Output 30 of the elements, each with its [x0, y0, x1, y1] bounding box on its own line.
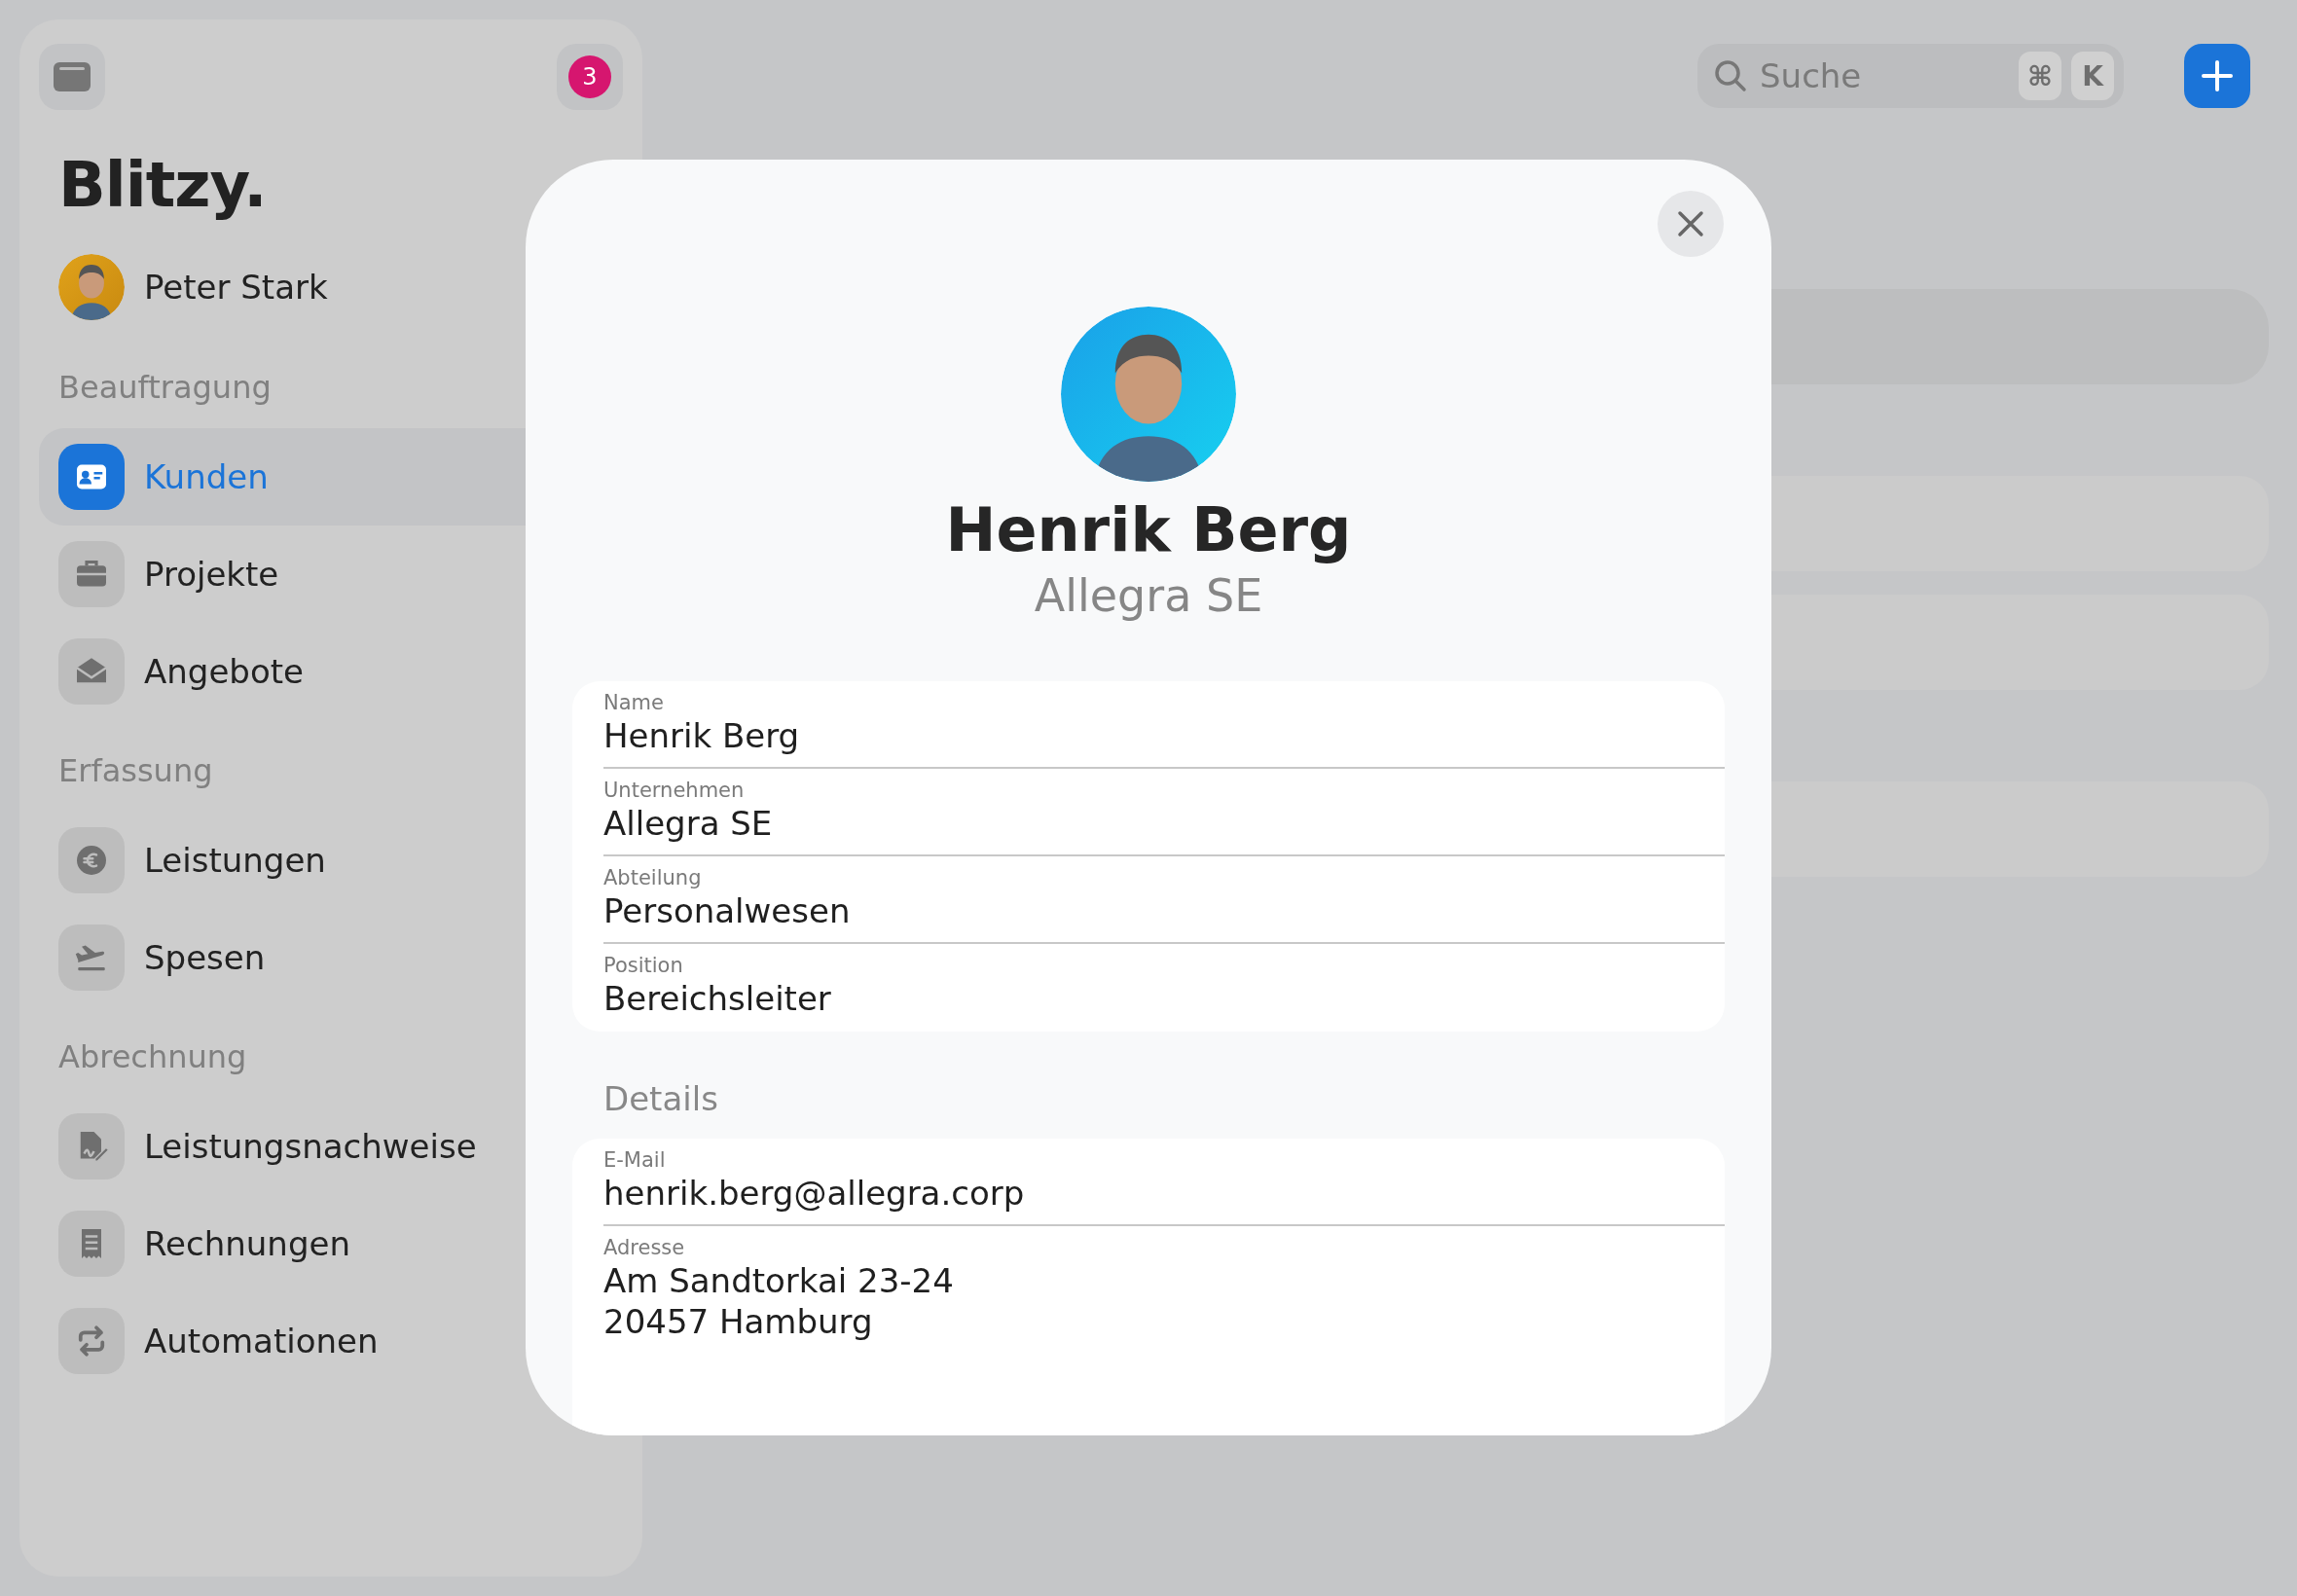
user-name: Peter Stark [144, 268, 328, 307]
plus-icon [2201, 59, 2234, 92]
field-value: Allegra SE [603, 803, 774, 844]
field-value: henrik.berg@allegra.corp [603, 1173, 1026, 1214]
field-label: Adresse [603, 1235, 686, 1260]
nav-item[interactable]: Projekte [39, 526, 642, 623]
add-button[interactable] [2184, 44, 2250, 108]
section-title: Beauftragung [58, 368, 273, 408]
field-label: Unternehmen [603, 778, 746, 803]
field-label: Position [603, 953, 684, 978]
shortcut-key: K [2071, 52, 2114, 100]
search-icon [1713, 58, 1748, 93]
section-title: Abrechnung [58, 1037, 248, 1077]
notifications-button[interactable]: 3 [557, 44, 623, 110]
field-label: Abteilung [603, 865, 703, 890]
field-label: E-Mail [603, 1147, 667, 1173]
field-value: Bereichsleiter [603, 978, 832, 1019]
field-value: Henrik Berg [603, 715, 801, 756]
notification-badge: 3 [568, 55, 611, 98]
contact-company: Allegra SE [1034, 568, 1263, 623]
close-icon [1677, 210, 1704, 237]
contact-name: Henrik Berg [945, 493, 1352, 567]
sidebar-toggle-button[interactable] [39, 44, 105, 110]
field-label: Name [603, 690, 665, 715]
app-logo: Blitzy. [58, 148, 268, 223]
field-value: Personalwesen [603, 890, 852, 931]
window-icon [54, 62, 91, 91]
shortcut-key: ⌘ [2019, 52, 2061, 100]
field-value: Am Sandtorkai 23-24 20457 Hamburg [603, 1260, 955, 1342]
section-title: Details [603, 1078, 718, 1120]
